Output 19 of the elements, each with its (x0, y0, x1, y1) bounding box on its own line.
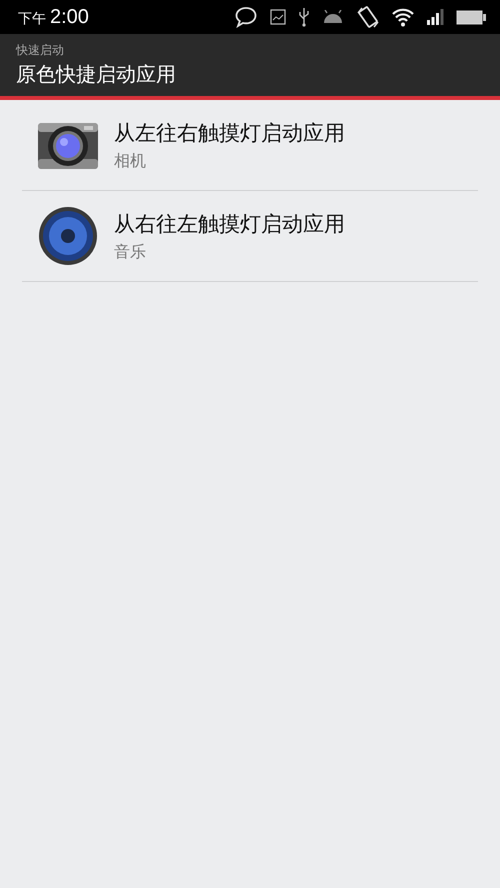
header-title: 原色快捷启动应用 (16, 61, 177, 88)
item-subtitle: 相机 (114, 150, 147, 172)
clock-period: 下午 (18, 10, 46, 28)
clock-time: 2:00 (50, 6, 89, 28)
signal-icon (426, 9, 444, 25)
usb-icon (298, 7, 310, 27)
image-icon (270, 9, 286, 25)
wifi-icon (392, 7, 414, 27)
item-title: 从左往右触摸灯启动应用 (114, 120, 345, 146)
item-subtitle: 音乐 (114, 242, 147, 262)
chat-bubble-icon (234, 6, 258, 28)
android-icon (322, 10, 344, 24)
screen-rotation-icon (356, 5, 380, 29)
list-item[interactable]: 从右往左触摸灯启动应用 音乐 (22, 191, 478, 282)
list-item[interactable]: 从左往右触摸灯启动应用 相机 (22, 100, 478, 191)
battery-icon (456, 10, 486, 24)
speaker-icon (36, 206, 100, 266)
header-subtitle: 快速启动 (16, 42, 65, 59)
item-title: 从右往左触摸灯启动应用 (114, 210, 345, 238)
